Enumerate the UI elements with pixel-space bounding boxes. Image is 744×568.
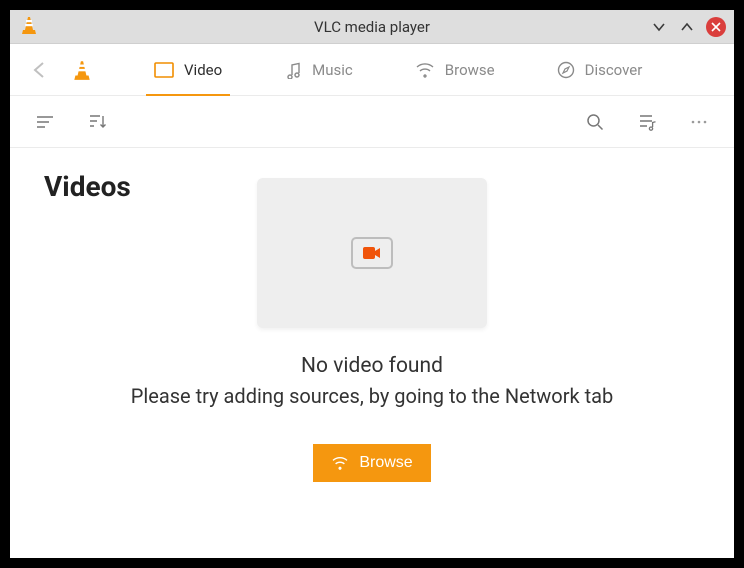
tab-label: Video [184,61,222,79]
minimize-button[interactable] [650,18,668,36]
tab-label: Browse [445,61,495,79]
empty-title: No video found [301,354,443,378]
toolbar [10,96,734,148]
close-button[interactable] [706,17,726,37]
main-tabbar: Video Music Browse Discover [10,44,734,96]
tab-label: Music [312,61,353,79]
tab-browse[interactable]: Browse [411,44,499,96]
logo-icon[interactable] [72,59,92,81]
app-window: VLC media player [10,10,734,558]
back-button[interactable] [28,58,52,82]
browse-button[interactable]: Browse [313,444,430,482]
tab-music[interactable]: Music [280,44,357,96]
menu-icon[interactable] [34,111,56,133]
empty-placeholder-card [257,178,487,328]
sort-icon[interactable] [86,111,108,133]
content-area: Videos No video found Please try adding … [10,148,734,558]
window-title: VLC media player [10,18,734,36]
titlebar: VLC media player [10,10,734,44]
wifi-icon [415,62,435,78]
tab-label: Discover [585,61,643,79]
playlist-icon[interactable] [636,111,658,133]
camera-icon [362,246,382,260]
more-icon[interactable] [688,111,710,133]
empty-state: No video found Please try adding sources… [72,178,672,482]
empty-placeholder-inner [351,237,393,269]
wifi-icon [331,456,349,470]
empty-subtitle: Please try adding sources, by going to t… [131,384,613,408]
search-icon[interactable] [584,111,606,133]
compass-icon [557,61,575,79]
video-icon [154,62,174,78]
music-icon [284,61,302,79]
maximize-button[interactable] [678,18,696,36]
app-icon [20,15,38,39]
tab-discover[interactable]: Discover [553,44,647,96]
tab-video[interactable]: Video [150,44,226,96]
browse-button-label: Browse [359,454,412,472]
